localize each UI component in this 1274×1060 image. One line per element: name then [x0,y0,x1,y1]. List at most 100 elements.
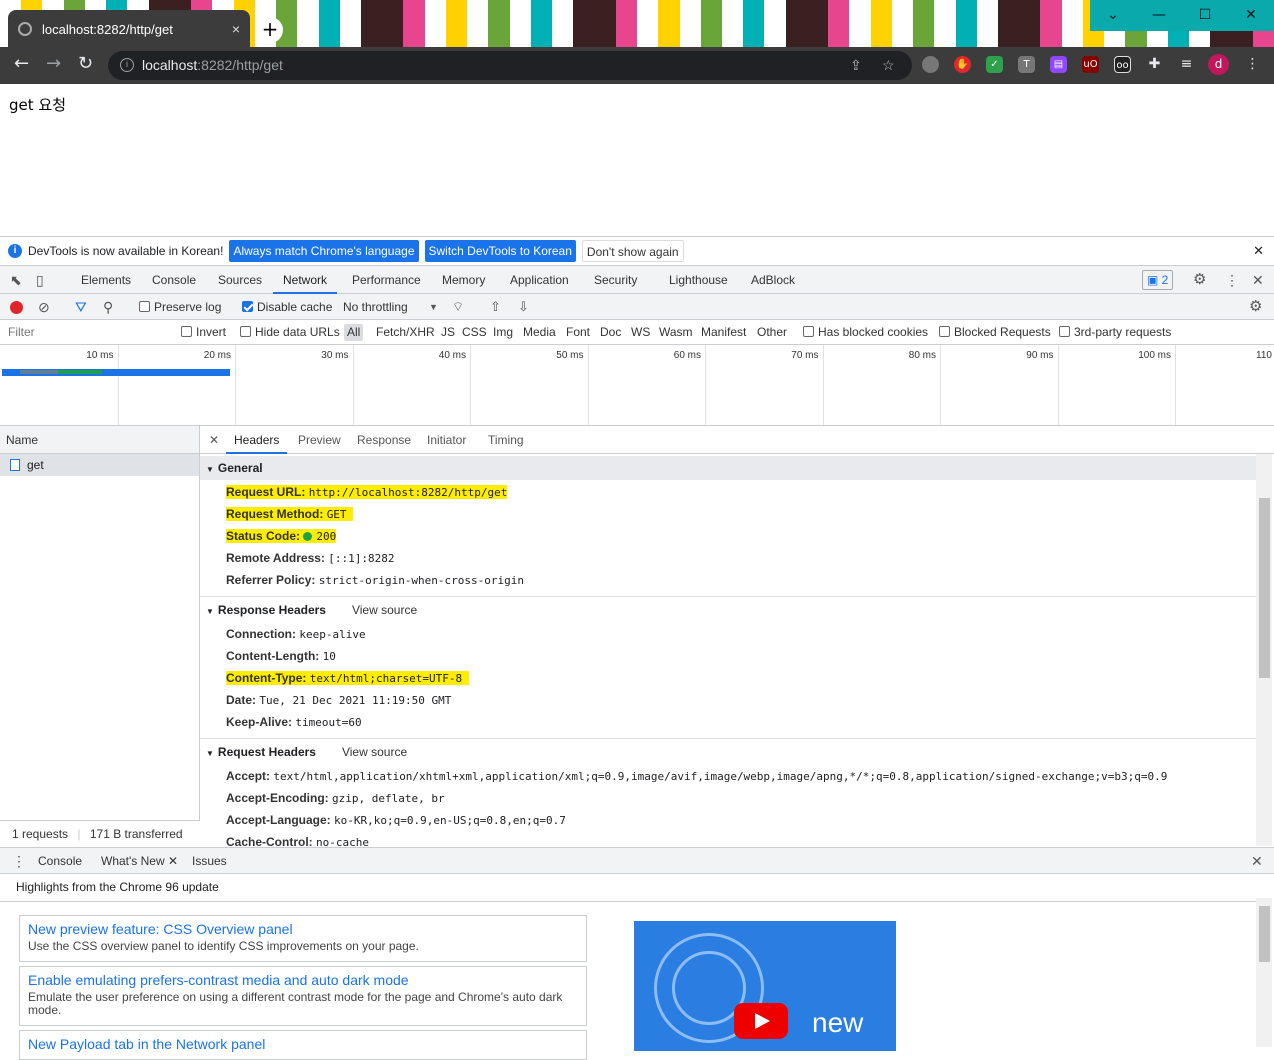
hide-data-urls-checkbox[interactable] [240,326,251,337]
filter-funnel-icon[interactable]: ⛛ [75,294,87,320]
general-section-header[interactable]: ▼ General [200,456,1256,480]
blocked-requests-toggle[interactable]: Blocked Requests [939,320,1051,345]
export-har-icon[interactable]: ⇩ [518,294,529,320]
switch-to-korean-button[interactable]: Switch DevTools to Korean [424,240,576,262]
address-bar[interactable]: i localhost:8282/http/get ⇪ ☆ [108,51,912,80]
twitch-icon[interactable]: ▤ [1050,56,1067,73]
filter-type-js[interactable]: JS [441,320,455,345]
chrome-96-video-thumbnail[interactable]: new [634,921,896,1051]
drawer-tab-console[interactable]: Console [38,848,82,875]
share-icon[interactable]: ⇪ [850,51,862,80]
new-tab-button[interactable]: + [257,17,283,43]
invert-toggle[interactable]: Invert [181,320,226,345]
feature-card[interactable]: New Payload tab in the Network panel [19,1030,587,1060]
extensions-puzzle-icon[interactable]: ✚ [1146,56,1163,73]
filter-type-manifest[interactable]: Manifest [701,320,746,345]
tab-security[interactable]: Security [594,266,637,294]
always-match-language-button[interactable]: Always match Chrome's language [229,240,419,262]
tab-preview[interactable]: Preview [298,426,341,454]
preserve-log-toggle[interactable]: Preserve log [139,294,221,320]
filter-type-fetch-xhr[interactable]: Fetch/XHR [376,320,435,345]
network-conditions-icon[interactable]: ⌔ [452,294,464,320]
tab-initiator[interactable]: Initiator [427,426,466,454]
close-window-button[interactable]: ✕ [1228,0,1274,31]
maximize-button[interactable]: ☐ [1182,0,1228,31]
vpn-globe-icon[interactable] [922,56,939,73]
settings-gear-icon[interactable]: ⚙ [1193,266,1206,294]
shield-extension-icon[interactable]: ✓ [986,56,1003,73]
filter-input[interactable]: Filter [8,320,35,345]
forward-icon[interactable]: → [46,53,61,74]
disable-cache-checkbox[interactable] [242,301,253,312]
has-blocked-cookies-toggle[interactable]: Has blocked cookies [803,320,928,345]
import-har-icon[interactable]: ⇧ [490,294,501,320]
disable-cache-toggle[interactable]: Disable cache [242,294,332,320]
record-icon[interactable] [10,301,23,314]
feature-card-title[interactable]: New preview feature: CSS Overview panel [28,921,578,937]
third-party-checkbox[interactable] [1059,326,1070,337]
throttling-select[interactable]: No throttling [343,294,408,320]
request-headers-section-header[interactable]: ▼ Request Headers View source [200,740,1256,764]
tab-adblock[interactable]: AdBlock [751,266,795,294]
browser-tab[interactable]: localhost:8282/http/get × [8,10,250,47]
name-column-header[interactable]: Name [0,426,199,454]
filter-type-all[interactable]: All [344,324,364,341]
tab-headers[interactable]: Headers [226,426,288,454]
filter-type-doc[interactable]: Doc [600,320,621,345]
filter-type-media[interactable]: Media [523,320,556,345]
tab-memory[interactable]: Memory [442,266,485,294]
devtools-menu-icon[interactable]: ⋮ [1225,266,1239,294]
tab-search-button[interactable]: ⌄ [1090,0,1136,31]
clear-icon[interactable]: ⊘ [38,294,50,320]
drawer-menu-icon[interactable]: ⋮ [12,848,26,875]
back-icon[interactable]: ← [14,53,29,74]
invert-checkbox[interactable] [181,326,192,337]
feature-card-title[interactable]: New Payload tab in the Network panel [28,1036,578,1052]
tab-timing[interactable]: Timing [488,426,524,454]
inspect-element-icon[interactable]: ⬉ [10,266,22,294]
third-party-toggle[interactable]: 3rd-party requests [1059,320,1171,345]
tab-network[interactable]: Network [273,266,338,294]
issues-counter[interactable]: ▣ 2 [1142,270,1174,290]
drawer-tab-issues[interactable]: Issues [192,848,227,875]
drawer-tab-whats-new[interactable]: What's New ✕ [95,848,185,877]
whats-new-close-icon[interactable]: ✕ [168,854,178,868]
translate-t-icon[interactable]: T [1018,56,1035,73]
tab-application[interactable]: Application [510,266,569,294]
tab-console[interactable]: Console [152,266,196,294]
filter-type-font[interactable]: Font [566,320,590,345]
chrome-menu-icon[interactable]: ⋮ [1244,56,1261,73]
chevron-down-icon[interactable]: ▼ [429,294,438,320]
filter-type-ws[interactable]: WS [631,320,650,345]
network-settings-gear-icon[interactable]: ⚙ [1249,294,1262,320]
blocked-requests-checkbox[interactable] [939,326,950,337]
site-info-icon[interactable]: i [120,58,134,72]
filter-type-css[interactable]: CSS [462,320,487,345]
search-icon[interactable]: ⚲ [103,294,113,320]
media-queue-icon[interactable]: ≡ [1178,56,1195,73]
reload-icon[interactable]: ↻ [78,53,93,74]
detail-scrollbar-thumb[interactable] [1259,498,1270,678]
request-row[interactable]: get [0,454,199,476]
hide-data-urls-toggle[interactable]: Hide data URLs [240,320,340,345]
preserve-log-checkbox[interactable] [139,301,150,312]
has-blocked-cookies-checkbox[interactable] [803,326,814,337]
response-headers-section-header[interactable]: ▼ Response Headers View source [200,598,1256,622]
filter-type-wasm[interactable]: Wasm [659,320,693,345]
profile-avatar[interactable]: d [1208,54,1229,75]
ublock-icon[interactable]: uO [1082,56,1099,73]
devtools-close-icon[interactable]: ✕ [1252,266,1264,294]
request-view-source-link[interactable]: View source [342,745,407,759]
infobar-close-icon[interactable]: ✕ [1253,243,1264,259]
tab-response[interactable]: Response [357,426,411,454]
tab-lighthouse[interactable]: Lighthouse [669,266,728,294]
detail-close-icon[interactable]: ✕ [209,426,219,454]
minimize-button[interactable]: — [1136,0,1182,31]
device-toolbar-icon[interactable]: ▯ [36,266,44,294]
network-timeline-overview[interactable]: 10 ms 20 ms 30 ms 40 ms 50 ms 60 ms 70 ms 80 ms… [0,345,1274,426]
filter-type-other[interactable]: Other [757,320,787,345]
tab-elements[interactable]: Elements [81,266,131,294]
tab-close-icon[interactable]: × [232,21,240,37]
feature-card-title[interactable]: Enable emulating prefers-contrast media … [28,972,578,988]
feature-card[interactable]: New preview feature: CSS Overview panel … [19,915,587,962]
